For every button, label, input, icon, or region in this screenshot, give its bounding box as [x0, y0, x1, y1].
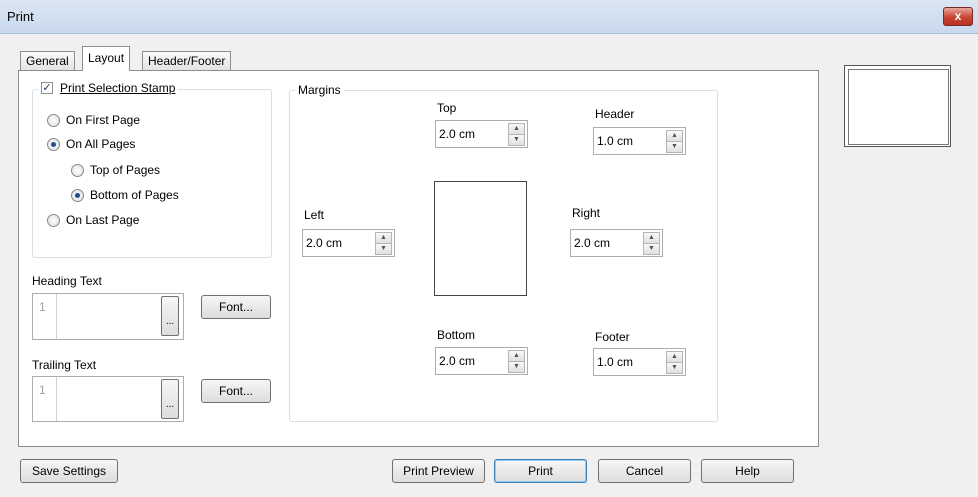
top-margin-value: 2.0 cm	[439, 127, 476, 141]
print-button[interactable]: Print	[494, 459, 587, 483]
left-margin-value: 2.0 cm	[306, 236, 343, 250]
margins-group-label: Margins	[295, 83, 344, 97]
spin-down-icon[interactable]: ▼	[643, 243, 660, 255]
bottom-margin-spinner[interactable]: 2.0 cm ▲ ▼	[435, 347, 528, 375]
radio-on-last-page[interactable]	[47, 214, 60, 227]
trailing-font-label: Font...	[218, 384, 253, 398]
trailing-text-label: Trailing Text	[32, 358, 97, 372]
footer-margin-spinner[interactable]: 1.0 cm ▲ ▼	[593, 348, 686, 376]
stamp-group-header: ✓ Print Selection Stamp	[38, 81, 179, 97]
radio-bottom-of-pages[interactable]	[71, 189, 84, 202]
spin-down-icon[interactable]: ▼	[666, 141, 683, 153]
top-margin-label: Top	[437, 101, 457, 115]
save-settings-label: Save Settings	[31, 464, 107, 478]
page-preview-inner	[848, 69, 949, 145]
title-bar: Print x	[0, 0, 978, 34]
tab-general[interactable]: General	[20, 51, 75, 70]
right-margin-value: 2.0 cm	[574, 236, 611, 250]
tab-header-footer[interactable]: Header/Footer	[142, 51, 232, 70]
left-margin-spinner[interactable]: 2.0 cm ▲ ▼	[302, 229, 395, 257]
print-preview-button[interactable]: Print Preview	[392, 459, 485, 483]
bottom-margin-value: 2.0 cm	[439, 354, 476, 368]
spin-down-icon[interactable]: ▼	[508, 361, 525, 373]
print-stamp-checkbox[interactable]: ✓	[41, 82, 53, 94]
page-preview	[844, 65, 951, 147]
save-settings-button[interactable]: Save Settings	[20, 459, 118, 483]
top-margin-spinner[interactable]: 2.0 cm ▲ ▼	[435, 120, 528, 148]
radio-top-of-pages-label: Top of Pages	[90, 163, 161, 177]
header-margin-value: 1.0 cm	[597, 134, 634, 148]
help-label: Help	[735, 464, 760, 478]
heading-text-label: Heading Text	[32, 274, 102, 288]
footer-margin-label: Footer	[595, 330, 630, 344]
tab-header-footer-label: Header/Footer	[148, 54, 226, 68]
print-label: Print	[528, 464, 553, 478]
heading-browse-label: ...	[165, 316, 175, 327]
bottom-margin-label: Bottom	[437, 328, 476, 342]
footer-margin-value: 1.0 cm	[597, 355, 634, 369]
tab-general-label: General	[26, 54, 69, 68]
trailing-browse-label: ...	[165, 399, 175, 410]
help-button[interactable]: Help	[701, 459, 794, 483]
trailing-font-button[interactable]: Font...	[201, 379, 271, 403]
spin-down-icon[interactable]: ▼	[666, 362, 683, 374]
left-margin-label: Left	[304, 208, 325, 222]
gutter-divider	[56, 377, 57, 421]
heading-browse-button[interactable]: ...	[161, 296, 179, 336]
gutter-divider	[56, 294, 57, 339]
spin-down-icon[interactable]: ▼	[508, 134, 525, 146]
print-stamp-label: Print Selection Stamp	[60, 81, 176, 95]
cancel-button[interactable]: Cancel	[598, 459, 691, 483]
header-margin-label: Header	[595, 107, 635, 121]
radio-on-first-page-label: On First Page	[66, 113, 141, 127]
tab-layout[interactable]: Layout	[82, 46, 131, 71]
right-margin-label: Right	[572, 206, 601, 220]
radio-on-first-page[interactable]	[47, 114, 60, 127]
heading-font-button[interactable]: Font...	[201, 295, 271, 319]
heading-line-number: 1	[39, 300, 46, 314]
header-margin-spinner[interactable]: 1.0 cm ▲ ▼	[593, 127, 686, 155]
trailing-browse-button[interactable]: ...	[161, 379, 179, 419]
right-margin-spinner[interactable]: 2.0 cm ▲ ▼	[570, 229, 663, 257]
heading-font-label: Font...	[218, 300, 253, 314]
margin-page-diagram	[434, 181, 527, 296]
close-button[interactable]: x	[943, 7, 973, 26]
window-title: Print	[7, 9, 34, 24]
tab-layout-label: Layout	[88, 51, 125, 65]
radio-on-last-page-label: On Last Page	[66, 213, 140, 227]
close-icon: x	[954, 9, 962, 23]
radio-on-all-pages-label: On All Pages	[66, 137, 136, 151]
spin-down-icon[interactable]: ▼	[375, 243, 392, 255]
print-preview-label: Print Preview	[403, 464, 474, 478]
radio-on-all-pages[interactable]	[47, 138, 60, 151]
trailing-line-number: 1	[39, 383, 46, 397]
radio-bottom-of-pages-label: Bottom of Pages	[90, 188, 179, 202]
radio-top-of-pages[interactable]	[71, 164, 84, 177]
cancel-label: Cancel	[625, 464, 664, 478]
